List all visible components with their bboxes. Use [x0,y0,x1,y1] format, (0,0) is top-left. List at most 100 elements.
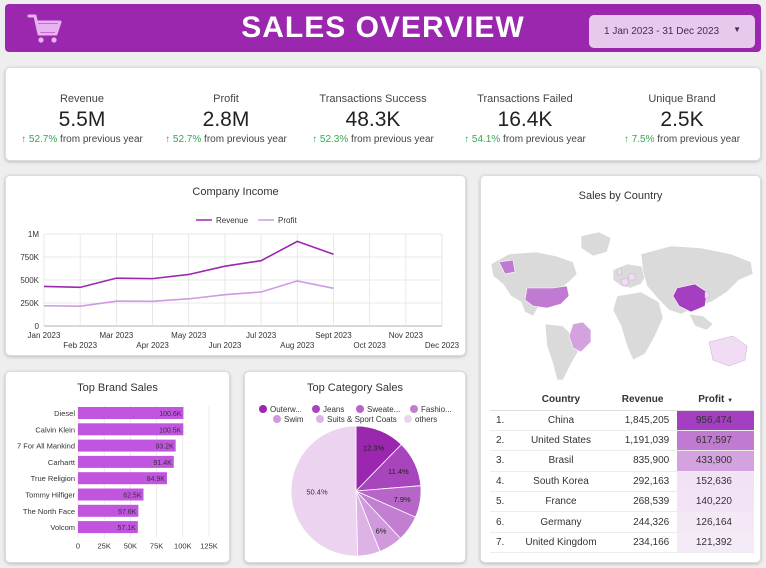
country-rank: 4. [490,471,514,493]
country-revenue: 234,166 [607,532,678,554]
y-tick-label: 1M [28,230,39,239]
kpi-change-value: 54.1% [471,134,501,145]
table-row[interactable]: 1. China 1,845,205 956,474 [490,410,754,431]
country-rank: 1. [490,410,514,431]
kpi-change-suffix: from previous year [60,134,143,145]
kpi-label: Profit [213,93,239,105]
kpi-scorecards: Revenue 5.5M ↑ 52.7% from previous year … [5,67,761,161]
kpi-label: Transactions Success [319,93,427,105]
country-revenue: 244,326 [607,511,678,533]
kpi-change-value: 7.5% [631,134,655,145]
kpi-unique-brand: Unique Brand 2.5K ↑ 7.5% from previous y… [612,68,752,162]
table-row[interactable]: 4. South Korea 292,163 152,636 [490,471,754,493]
x-tick-label: Jan 2023 [28,331,61,340]
sales-by-country-card: Sales by Country Country Revenue Profit … [480,175,761,563]
country-rank: 3. [490,450,514,472]
arrow-up-icon: ↑ [312,134,318,145]
kpi-change: ↑ 52.3% from previous year [303,134,443,145]
x-tick-label: 0 [76,541,80,550]
x-tick-label: Nov 2023 [389,331,424,340]
y-tick-label: 750K [20,253,39,262]
date-range-text: 1 Jan 2023 - 31 Dec 2023 [604,26,720,37]
kpi-transactions-success: Transactions Success 48.3K ↑ 52.3% from … [303,68,443,162]
category-label: Volcom [50,523,75,532]
kpi-value: 5.5M [58,108,106,131]
kpi-change-suffix: from previous year [351,134,434,145]
country-name: Brasil [514,450,608,472]
category-label: Carhartt [48,458,76,467]
chevron-down-icon: ▼ [733,25,741,34]
category-label: 7 For All Mankind [17,442,75,451]
data-label: 91.4K [153,460,172,467]
top-brand-sales-chart: 0 25K 50K 75K 100K 125K Diesel 100.6K Calvin Kle… [17,405,218,550]
chart-title: Sales by Country [578,190,663,202]
slice-label: 11.4% [388,467,409,476]
table-row[interactable]: 2. United States 1,191,039 617,597 [490,430,754,452]
category-label: The North Face [23,507,75,516]
kpi-change-suffix: from previous year [503,134,586,145]
data-label: 84.9K [147,476,166,483]
data-label: 57.6K [118,509,137,516]
column-header-profit-label: Profit [698,394,725,406]
x-tick-label: Jun 2023 [208,341,241,350]
column-header-country[interactable]: Country [514,390,608,411]
table-row[interactable]: 7. United Kingdom 234,166 121,392 [490,532,754,554]
x-tick-label: 25K [98,541,111,550]
country-rank: 7. [490,532,514,554]
country-profit: 121,392 [677,532,754,554]
world-map [490,231,754,381]
top-category-sales-chart: 12.3% 11.4% 7.9% 6% 50.4% [290,425,422,557]
x-tick-label: Sept 2023 [315,331,352,340]
top-brand-sales-card: Top Brand Sales 0 25K 50K 75K 100K 125K Diesel… [5,371,230,563]
x-tick-label: 50K [124,541,137,550]
kpi-value: 16.4K [497,108,553,131]
kpi-change: ↑ 7.5% from previous year [612,134,752,145]
data-label: 93.2K [155,444,174,451]
x-tick-label: Dec 2023 [425,341,460,350]
country-name: France [514,491,608,513]
country-revenue: 292,163 [607,471,678,493]
slice-label: 12.3% [363,444,385,453]
kpi-label: Revenue [59,93,105,105]
x-tick-label: 75K [150,541,163,550]
table-row[interactable]: 6. Germany 244,326 126,164 [490,511,754,533]
country-rank: 5. [490,491,514,513]
country-name: United States [514,430,608,452]
arrow-up-icon: ↑ [464,134,470,145]
column-header-profit[interactable]: Profit ▼ [677,390,754,411]
arrow-up-icon: ↑ [21,134,27,145]
x-tick-label: Oct 2023 [353,341,386,350]
country-profit: 126,164 [677,511,754,533]
column-header-rank [490,390,514,411]
country-profit: 956,474 [677,410,754,431]
kpi-value: 2.8M [202,108,250,131]
kpi-change: ↑ 54.1% from previous year [455,134,595,145]
kpi-change-value: 52.3% [319,134,349,145]
company-income-card: Company Income Revenue Profit 0 250K 500K 750… [5,175,466,356]
country-revenue: 1,845,205 [607,410,678,431]
y-tick-label: 500K [20,276,39,285]
data-label: 100.6K [159,411,182,418]
kpi-change-suffix: from previous year [204,134,287,145]
country-profit: 433,900 [677,450,754,472]
company-income-chart: Revenue Profit 0 250K 500K 750K 1M Jan 2023Feb … [20,216,460,350]
table-row[interactable]: 5. France 268,539 140,220 [490,491,754,513]
x-tick-label: Feb 2023 [63,341,97,350]
top-category-sales-card: Top Category Sales Outerw... Jeans Sweate.… [244,371,466,563]
country-rank: 6. [490,511,514,533]
kpi-change-value: 52.7% [28,134,58,145]
country-name: China [514,410,608,431]
slice-label: 7.9% [394,495,411,504]
x-tick-label: May 2023 [171,331,207,340]
category-label: Diesel [54,409,75,418]
table-header-row: Country Revenue Profit ▼ [490,390,754,411]
country-revenue: 1,191,039 [607,430,678,452]
column-header-revenue[interactable]: Revenue [607,390,678,411]
x-tick-label: 100K [174,541,192,550]
table-row[interactable]: 3. Brasil 835,900 433,900 [490,450,754,472]
date-range-picker[interactable]: 1 Jan 2023 - 31 Dec 2023 ▼ [589,15,755,48]
data-label: 100.5K [159,427,182,434]
kpi-value: 2.5K [660,108,704,131]
x-tick-label: Mar 2023 [99,331,133,340]
kpi-change-suffix: from previous year [657,134,741,145]
